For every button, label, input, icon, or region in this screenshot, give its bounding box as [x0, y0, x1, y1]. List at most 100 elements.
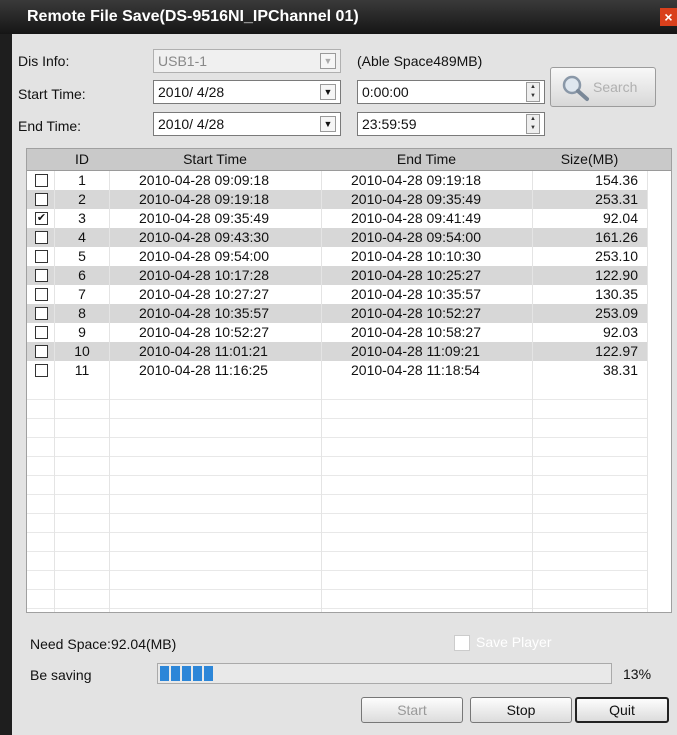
- progress-block: [171, 666, 180, 681]
- chevron-down-icon[interactable]: ▼: [320, 116, 336, 132]
- col-end-header[interactable]: End Time: [321, 149, 532, 170]
- spinner-icon[interactable]: ▲ ▼: [526, 114, 540, 134]
- checkbox-icon[interactable]: [35, 345, 48, 358]
- chevron-down-icon[interactable]: ▼: [320, 53, 336, 69]
- file-list-table: ID Start Time End Time Size(MB) 1 2010-04…: [26, 148, 672, 613]
- col-id-header[interactable]: ID: [55, 149, 109, 170]
- grid-divider: [647, 171, 648, 612]
- table-row[interactable]: 10 2010-04-28 11:01:21 2010-04-28 11:09:21…: [27, 342, 647, 361]
- table-row[interactable]: 2 2010-04-28 09:19:18 2010-04-28 09:35:49 2…: [27, 190, 647, 209]
- end-time-input[interactable]: 23:59:59 ▲ ▼: [357, 112, 545, 136]
- grid-line: [27, 513, 647, 514]
- save-player-checkbox[interactable]: Save Player: [454, 634, 551, 652]
- progress-block: [160, 666, 169, 681]
- row-end-time-cell: 2010-04-28 10:25:27: [351, 267, 481, 283]
- start-time-input[interactable]: 0:00:00 ▲ ▼: [357, 80, 545, 104]
- row-end-time-cell: 2010-04-28 10:35:57: [351, 286, 481, 302]
- checkbox-icon[interactable]: [35, 231, 48, 244]
- row-start-time-cell: 2010-04-28 11:01:21: [139, 343, 268, 359]
- close-icon[interactable]: ×: [660, 8, 677, 26]
- table-row[interactable]: 11 2010-04-28 11:16:25 2010-04-28 11:18:54…: [27, 361, 647, 380]
- row-end-time-cell: 2010-04-28 09:19:18: [351, 172, 481, 188]
- row-end-time-cell: 2010-04-28 10:52:27: [351, 305, 481, 321]
- row-id-cell: 7: [78, 286, 86, 302]
- start-button[interactable]: Start: [361, 697, 463, 723]
- row-size-cell: 253.31: [595, 191, 638, 207]
- row-start-time-cell: 2010-04-28 09:54:00: [139, 248, 269, 264]
- table-row[interactable]: 5 2010-04-28 09:54:00 2010-04-28 10:10:30 2…: [27, 247, 647, 266]
- checkbox-icon[interactable]: [35, 269, 48, 282]
- grid-line: [27, 437, 647, 438]
- checkbox-icon[interactable]: [35, 174, 48, 187]
- checkbox-icon[interactable]: [35, 250, 48, 263]
- row-id-cell: 10: [74, 343, 90, 359]
- grid-line: [27, 589, 647, 590]
- end-date-value: 2010/ 4/28: [158, 116, 225, 132]
- row-id-cell: 4: [78, 229, 86, 245]
- dis-info-value: USB1-1: [158, 53, 208, 69]
- table-row[interactable]: 7 2010-04-28 10:27:27 2010-04-28 10:35:57 1…: [27, 285, 647, 304]
- row-id-cell: 8: [78, 305, 86, 321]
- start-date-value: 2010/ 4/28: [158, 84, 225, 100]
- remote-file-save-window: Remote File Save(DS-9516NI_IPChannel 01)…: [0, 0, 677, 735]
- row-end-time-cell: 2010-04-28 09:41:49: [351, 210, 481, 226]
- checkbox-icon[interactable]: [35, 193, 48, 206]
- chevron-down-icon[interactable]: ▼: [320, 84, 336, 100]
- spinner-icon[interactable]: ▲ ▼: [526, 82, 540, 102]
- search-icon: [562, 75, 589, 101]
- grid-divider: [321, 171, 322, 612]
- row-size-cell: 122.90: [595, 267, 638, 283]
- stop-button[interactable]: Stop: [470, 697, 572, 723]
- checkbox-icon[interactable]: [454, 635, 470, 652]
- grid-line: [27, 475, 647, 476]
- row-id-cell: 6: [78, 267, 86, 283]
- title-bar: Remote File Save(DS-9516NI_IPChannel 01)…: [0, 0, 677, 34]
- checkbox-icon[interactable]: [35, 326, 48, 339]
- row-end-time-cell: 2010-04-28 10:58:27: [351, 324, 481, 340]
- grid-line: [27, 399, 647, 400]
- table-row[interactable]: 9 2010-04-28 10:52:27 2010-04-28 10:58:27 9…: [27, 323, 647, 342]
- row-end-time-cell: 2010-04-28 09:35:49: [351, 191, 481, 207]
- row-size-cell: 122.97: [595, 343, 638, 359]
- row-start-time-cell: 2010-04-28 11:16:25: [139, 362, 268, 378]
- table-row[interactable]: 1 2010-04-28 09:09:18 2010-04-28 09:19:18 1…: [27, 171, 647, 190]
- progress-percent: 13%: [623, 666, 652, 682]
- search-button[interactable]: Search: [550, 67, 656, 107]
- table-row[interactable]: ✔ 3 2010-04-28 09:35:49 2010-04-28 09:41:49…: [27, 209, 647, 228]
- row-size-cell: 92.04: [602, 210, 638, 226]
- row-id-cell: 5: [78, 248, 86, 264]
- start-time-value: 0:00:00: [362, 84, 409, 100]
- row-size-cell: 253.10: [595, 248, 638, 264]
- progress-block: [193, 666, 202, 681]
- be-saving-label: Be saving: [30, 667, 92, 683]
- row-size-cell: 161.26: [595, 229, 638, 245]
- row-id-cell: 11: [74, 362, 90, 378]
- start-date-picker[interactable]: 2010/ 4/28 ▼: [153, 80, 341, 104]
- grid-line: [27, 532, 647, 533]
- progress-block: [204, 666, 213, 681]
- col-start-header[interactable]: Start Time: [109, 149, 321, 170]
- row-id-cell: 9: [78, 324, 86, 340]
- checkbox-checked-icon[interactable]: ✔: [35, 212, 48, 225]
- need-space-text: Need Space:92.04(MB): [30, 636, 177, 652]
- table-row[interactable]: 8 2010-04-28 10:35:57 2010-04-28 10:52:27 2…: [27, 304, 647, 323]
- quit-button[interactable]: Quit: [575, 697, 669, 723]
- grid-line: [27, 551, 647, 552]
- end-date-picker[interactable]: 2010/ 4/28 ▼: [153, 112, 341, 136]
- checkbox-icon[interactable]: [35, 364, 48, 377]
- grid-line: [27, 418, 647, 419]
- table-row[interactable]: 6 2010-04-28 10:17:28 2010-04-28 10:25:27 1…: [27, 266, 647, 285]
- row-id-cell: 3: [78, 210, 86, 226]
- table-row[interactable]: 4 2010-04-28 09:43:30 2010-04-28 09:54:00 1…: [27, 228, 647, 247]
- row-id-cell: 1: [78, 172, 86, 188]
- progress-fill: [158, 666, 213, 681]
- dis-info-select[interactable]: USB1-1 ▼: [153, 49, 341, 73]
- col-size-header[interactable]: Size(MB): [532, 149, 647, 170]
- grid-line: [27, 494, 647, 495]
- start-time-label: Start Time:: [18, 86, 86, 102]
- grid-divider: [109, 171, 110, 612]
- checkbox-icon[interactable]: [35, 288, 48, 301]
- checkbox-icon[interactable]: [35, 307, 48, 320]
- grid-line: [27, 456, 647, 457]
- row-size-cell: 38.31: [602, 362, 638, 378]
